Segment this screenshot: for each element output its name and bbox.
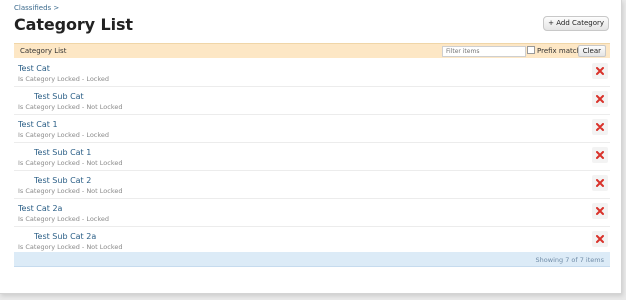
list-item: Test Sub Cat 2a Is Category Locked - Not… — [14, 227, 610, 255]
category-list: Test Cat Is Category Locked - Locked Tes… — [14, 59, 610, 255]
delete-x-icon — [596, 67, 604, 75]
page-title: Category List — [14, 15, 133, 34]
list-header-title: Category List — [20, 47, 67, 55]
delete-x-icon — [596, 123, 604, 131]
list-item: Test Cat Is Category Locked - Locked — [14, 59, 610, 87]
category-name-link[interactable]: Test Sub Cat 2a — [34, 232, 96, 241]
category-status: Is Category Locked - Locked — [18, 131, 110, 139]
category-status: Is Category Locked - Not Locked — [18, 243, 123, 251]
list-footer: Showing 7 of 7 items — [14, 252, 610, 267]
list-item: Test Cat 1 Is Category Locked - Locked — [14, 115, 610, 143]
delete-button[interactable] — [592, 63, 608, 79]
delete-button[interactable] — [592, 175, 608, 191]
list-item: Test Sub Cat Is Category Locked - Not Lo… — [14, 87, 610, 115]
delete-x-icon — [596, 179, 604, 187]
breadcrumb-classifieds[interactable]: Classifieds > — [14, 4, 59, 12]
delete-button[interactable] — [592, 91, 608, 107]
add-category-button[interactable]: + Add Category — [543, 16, 609, 31]
list-header: Category List Prefix match Clear — [14, 43, 610, 58]
filter-input[interactable] — [442, 46, 526, 57]
category-name-link[interactable]: Test Sub Cat 2 — [34, 176, 91, 185]
category-status: Is Category Locked - Not Locked — [18, 187, 123, 195]
delete-button[interactable] — [592, 203, 608, 219]
category-status: Is Category Locked - Not Locked — [18, 103, 123, 111]
delete-x-icon — [596, 95, 604, 103]
delete-x-icon — [596, 235, 604, 243]
category-name-link[interactable]: Test Cat 2a — [18, 204, 62, 213]
clear-button[interactable]: Clear — [577, 45, 606, 57]
prefix-match-label: Prefix match — [537, 47, 582, 55]
category-status: Is Category Locked - Not Locked — [18, 159, 123, 167]
list-item: Test Sub Cat 1 Is Category Locked - Not … — [14, 143, 610, 171]
category-status: Is Category Locked - Locked — [18, 75, 110, 83]
page-container: Classifieds > Category List + Add Catego… — [0, 0, 622, 294]
category-name-link[interactable]: Test Cat — [18, 64, 50, 73]
list-item: Test Cat 2a Is Category Locked - Locked — [14, 199, 610, 227]
category-name-link[interactable]: Test Sub Cat 1 — [34, 148, 91, 157]
delete-button[interactable] — [592, 147, 608, 163]
prefix-match-checkbox[interactable] — [527, 46, 535, 54]
delete-button[interactable] — [592, 119, 608, 135]
category-name-link[interactable]: Test Cat 1 — [18, 120, 58, 129]
category-name-link[interactable]: Test Sub Cat — [34, 92, 84, 101]
delete-x-icon — [596, 151, 604, 159]
delete-button[interactable] — [592, 231, 608, 247]
item-count: Showing 7 of 7 items — [535, 256, 604, 264]
delete-x-icon — [596, 207, 604, 215]
category-status: Is Category Locked - Locked — [18, 215, 110, 223]
list-item: Test Sub Cat 2 Is Category Locked - Not … — [14, 171, 610, 199]
